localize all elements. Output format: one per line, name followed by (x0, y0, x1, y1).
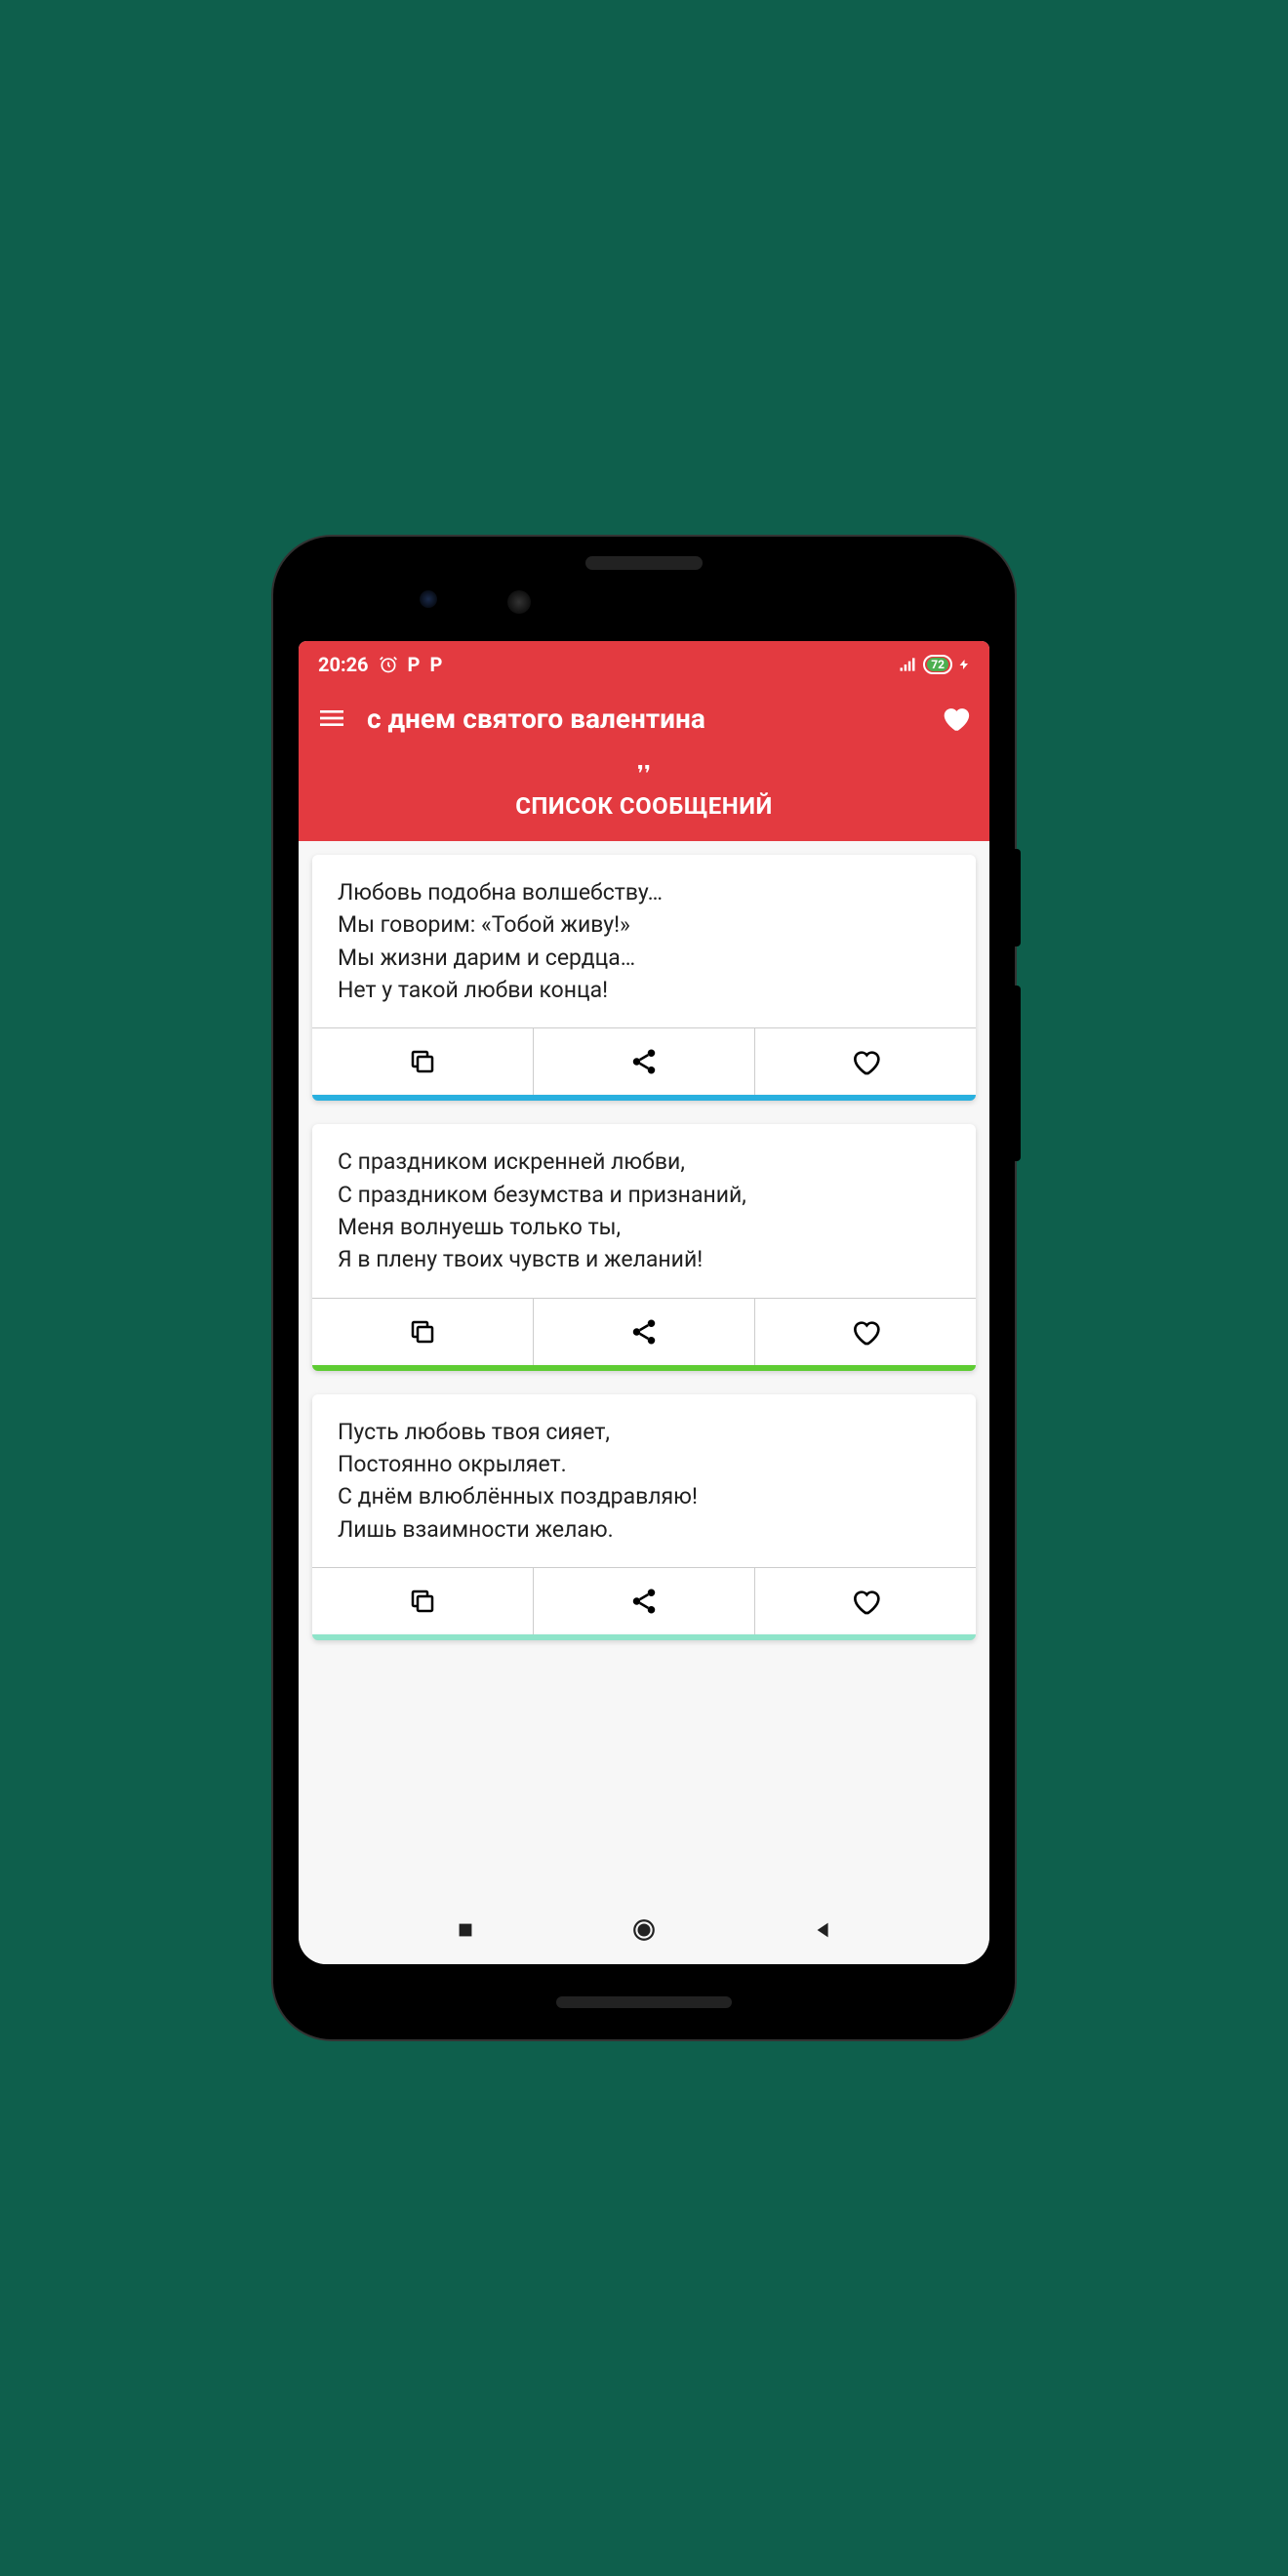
phone-frame: 20:26 P P 72 (273, 537, 1015, 2039)
copy-button[interactable] (312, 1299, 534, 1365)
signal-icon (898, 655, 917, 674)
card-accent (312, 1365, 976, 1371)
nav-recent-icon[interactable] (455, 1919, 476, 1941)
message-list[interactable]: Любовь подобна волшебству… Мы говорим: «… (299, 841, 989, 1896)
copy-icon (408, 1317, 437, 1347)
card-accent (312, 1634, 976, 1640)
share-button[interactable] (534, 1299, 755, 1365)
phone-camera (507, 590, 531, 614)
message-text: Любовь подобна волшебству… Мы говорим: «… (312, 855, 976, 1027)
like-button[interactable] (755, 1028, 976, 1095)
app-title: с днем святого валентина (367, 703, 919, 735)
p-icon: P (408, 653, 421, 676)
copy-icon (408, 1047, 437, 1076)
message-text: Пусть любовь твоя сияет, Постоянно окрыл… (312, 1394, 976, 1567)
side-button (1015, 849, 1021, 946)
alarm-icon (379, 655, 398, 674)
status-time: 20:26 (318, 653, 369, 676)
card-actions (312, 1027, 976, 1095)
side-button (1015, 986, 1021, 1161)
nav-bar (299, 1896, 989, 1964)
favorites-icon[interactable] (939, 702, 972, 735)
battery-icon: 72 (923, 655, 952, 674)
quote-icon: ❜❜ (299, 762, 989, 786)
card-actions (312, 1567, 976, 1634)
message-card: Пусть любовь твоя сияет, Постоянно окрыл… (312, 1394, 976, 1640)
like-button[interactable] (755, 1568, 976, 1634)
message-card: С праздником искренней любви, С праздник… (312, 1124, 976, 1370)
card-accent (312, 1095, 976, 1101)
heart-icon (850, 1316, 881, 1348)
phone-speaker (556, 1996, 732, 2008)
copy-icon (408, 1587, 437, 1616)
phone-camera (420, 590, 437, 608)
charging-icon (958, 656, 970, 673)
share-icon (629, 1587, 659, 1616)
menu-icon[interactable] (316, 703, 347, 734)
app-bar: с днем святого валентина (299, 688, 989, 748)
share-icon (629, 1317, 659, 1347)
share-button[interactable] (534, 1568, 755, 1634)
heart-icon (850, 1586, 881, 1617)
status-bar: 20:26 P P 72 (299, 641, 989, 688)
message-card: Любовь подобна волшебству… Мы говорим: «… (312, 855, 976, 1101)
p-icon: P (429, 653, 442, 676)
phone-speaker (585, 556, 703, 570)
like-button[interactable] (755, 1299, 976, 1365)
heart-icon (850, 1046, 881, 1077)
subheader-title: СПИСОК СООБЩЕНИЙ (299, 792, 989, 820)
copy-button[interactable] (312, 1568, 534, 1634)
share-button[interactable] (534, 1028, 755, 1095)
nav-back-icon[interactable] (813, 1919, 834, 1941)
share-icon (629, 1047, 659, 1076)
subheader: ❜❜ СПИСОК СООБЩЕНИЙ (299, 748, 989, 841)
copy-button[interactable] (312, 1028, 534, 1095)
nav-home-icon[interactable] (631, 1917, 657, 1943)
message-text: С праздником искренней любви, С праздник… (312, 1124, 976, 1297)
card-actions (312, 1298, 976, 1365)
